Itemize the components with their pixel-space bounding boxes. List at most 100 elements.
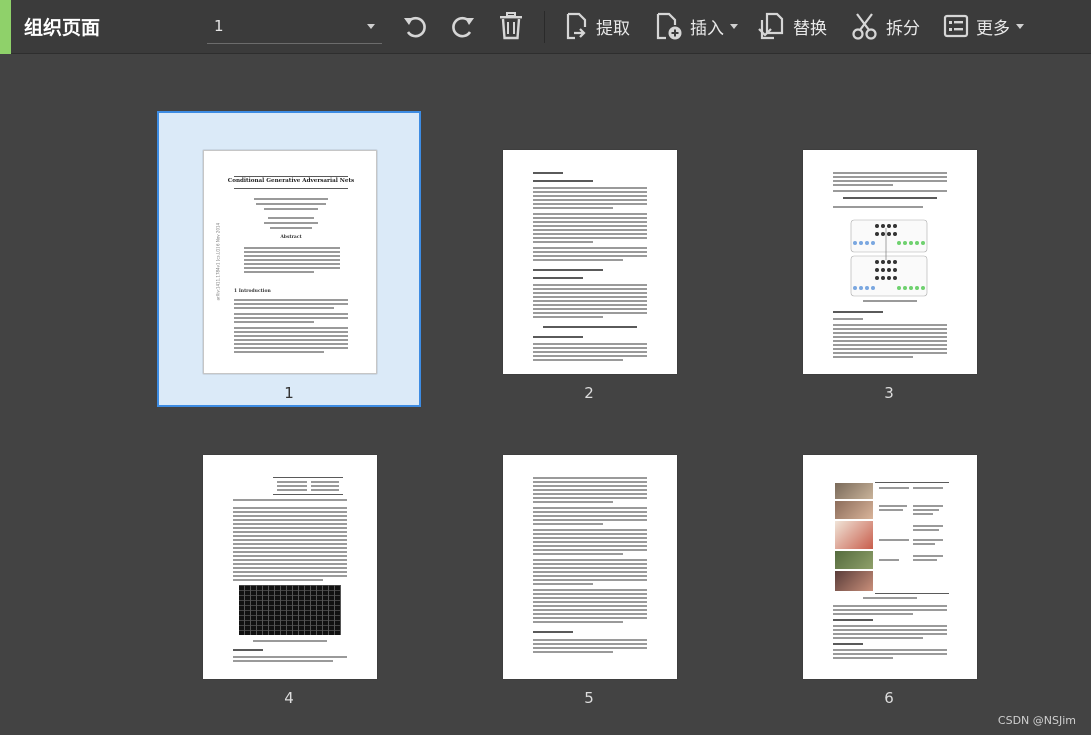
text-line bbox=[233, 551, 347, 553]
caption-line bbox=[863, 300, 917, 302]
equation-line bbox=[543, 326, 637, 328]
text-line bbox=[533, 519, 647, 521]
text-line bbox=[233, 571, 347, 573]
text-line bbox=[244, 251, 340, 253]
page-preview: Conditional Generative Adversarial Nets … bbox=[203, 150, 377, 374]
heading-line bbox=[533, 336, 583, 338]
toolbar: 组织页面 1 提取 插入 替换 拆分 更多 bbox=[0, 0, 1091, 54]
text-line bbox=[833, 340, 947, 342]
text-line bbox=[233, 547, 347, 549]
text-line bbox=[833, 176, 947, 178]
text-line bbox=[533, 597, 647, 599]
text-line bbox=[833, 344, 947, 346]
abstract-heading: Abstract bbox=[280, 235, 302, 240]
text-line bbox=[533, 288, 647, 290]
text-line bbox=[254, 198, 328, 200]
page-thumbnail-2[interactable]: 2 bbox=[457, 111, 721, 407]
text-line bbox=[833, 637, 923, 639]
rule bbox=[234, 188, 348, 189]
scissors-icon bbox=[852, 13, 877, 40]
text-line bbox=[533, 559, 647, 561]
text-line bbox=[533, 545, 647, 547]
text-line bbox=[533, 549, 647, 551]
text-line bbox=[533, 296, 647, 298]
page-thumbnail-1[interactable]: Conditional Generative Adversarial Nets … bbox=[157, 111, 421, 407]
table-text bbox=[879, 559, 899, 561]
undo-button[interactable] bbox=[398, 9, 432, 43]
text-line bbox=[533, 355, 647, 357]
text-line bbox=[533, 481, 647, 483]
text-line bbox=[233, 543, 347, 545]
table-text bbox=[913, 543, 935, 545]
page-select[interactable]: 1 bbox=[207, 10, 382, 44]
heading-line bbox=[833, 643, 863, 645]
text-line bbox=[833, 206, 923, 208]
page-thumbnail-3[interactable]: 3 bbox=[757, 111, 1021, 407]
redo-button[interactable] bbox=[446, 9, 480, 43]
text-line bbox=[533, 229, 647, 231]
text-line bbox=[233, 507, 347, 509]
page-thumbnail-6[interactable]: 6 bbox=[757, 417, 1021, 713]
text-line bbox=[533, 251, 647, 253]
text-line bbox=[533, 347, 647, 349]
split-button[interactable]: 拆分 bbox=[850, 9, 920, 43]
photo-thumbnail bbox=[835, 521, 873, 549]
table-text bbox=[879, 539, 909, 541]
page-thumbnail-4[interactable]: 4 bbox=[157, 417, 421, 713]
text-line bbox=[233, 531, 347, 533]
text-line bbox=[833, 613, 913, 615]
text-line bbox=[533, 529, 647, 531]
redo-icon bbox=[452, 16, 474, 38]
text-line bbox=[256, 203, 326, 205]
page-select-value: 1 bbox=[214, 17, 224, 35]
text-line bbox=[268, 217, 314, 219]
text-line bbox=[233, 656, 347, 658]
text-line bbox=[234, 317, 348, 319]
table-text bbox=[913, 509, 939, 511]
table-text bbox=[879, 505, 907, 507]
page-preview bbox=[803, 150, 977, 374]
text-line bbox=[233, 499, 347, 501]
text-line bbox=[533, 511, 647, 513]
text-line bbox=[233, 511, 347, 513]
text-line bbox=[833, 633, 947, 635]
more-button[interactable]: 更多 bbox=[942, 9, 1024, 43]
text-line bbox=[533, 316, 603, 318]
text-line bbox=[233, 579, 323, 581]
text-line bbox=[234, 321, 314, 323]
table-text bbox=[277, 489, 307, 491]
text-line bbox=[244, 259, 340, 261]
insert-button[interactable]: 插入 bbox=[654, 9, 738, 43]
text-line bbox=[233, 567, 347, 569]
text-line bbox=[234, 335, 348, 337]
heading-line bbox=[533, 180, 593, 182]
text-line bbox=[533, 241, 593, 243]
text-line bbox=[833, 356, 913, 358]
table-text bbox=[913, 529, 939, 531]
table-text bbox=[277, 485, 307, 487]
text-line bbox=[833, 180, 947, 182]
text-line bbox=[233, 660, 333, 662]
heading-line bbox=[833, 311, 883, 313]
text-line bbox=[533, 497, 647, 499]
text-line bbox=[833, 625, 947, 627]
text-line bbox=[244, 267, 340, 269]
table-rule bbox=[273, 494, 343, 495]
text-line bbox=[533, 343, 647, 345]
chevron-down-icon bbox=[1016, 23, 1024, 29]
text-line bbox=[264, 208, 318, 210]
extract-button[interactable]: 提取 bbox=[562, 9, 630, 43]
delete-button[interactable] bbox=[494, 9, 528, 43]
text-line bbox=[233, 563, 347, 565]
trash-icon bbox=[500, 12, 522, 40]
text-line bbox=[533, 613, 647, 615]
text-line bbox=[533, 217, 647, 219]
more-label: 更多 bbox=[976, 18, 1010, 39]
replace-button[interactable]: 替换 bbox=[757, 9, 827, 43]
text-line bbox=[533, 207, 613, 209]
text-line bbox=[833, 657, 893, 659]
table-text bbox=[913, 513, 933, 515]
page-thumbnail-5[interactable]: 5 bbox=[457, 417, 721, 713]
photo-thumbnail bbox=[835, 501, 873, 519]
page-preview bbox=[203, 455, 377, 679]
